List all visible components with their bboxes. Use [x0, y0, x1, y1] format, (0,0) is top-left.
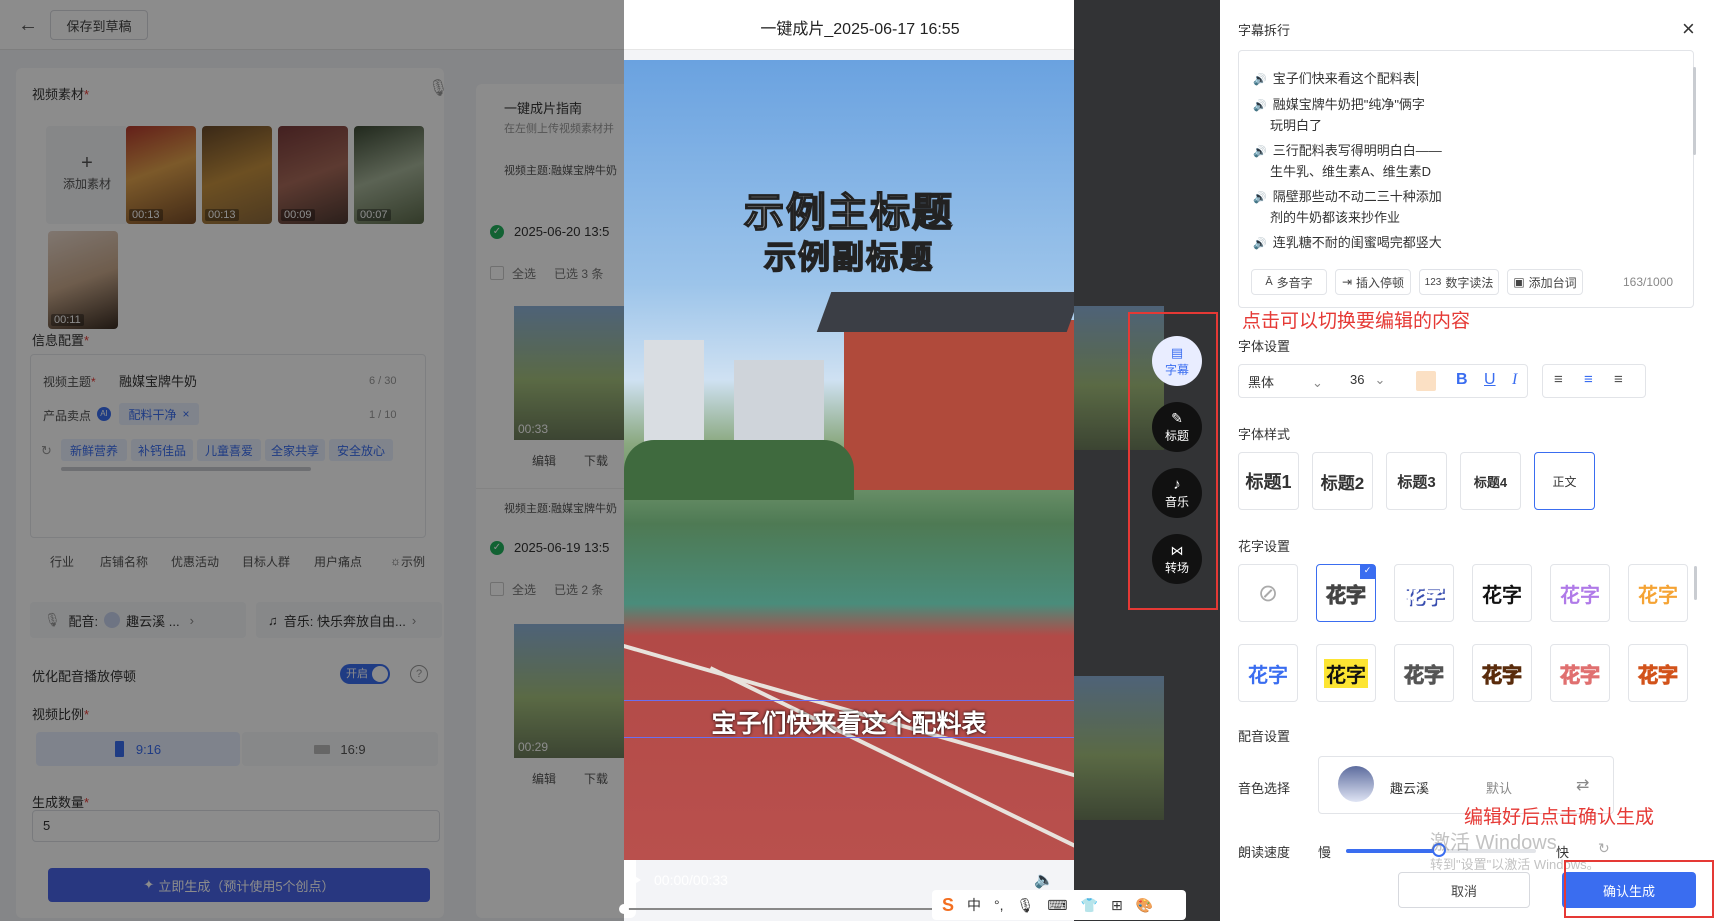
subtitle-lines-box[interactable]: 🔊 宝子们快来看这个配料表 🔊 融媒宝牌牛奶把"纯净"俩字 玩明白了 🔊 三行配料表写得… — [1238, 50, 1696, 308]
subtitle-text[interactable]: 宝子们快来看这个配料表 — [624, 704, 1074, 740]
underline-icon[interactable]: U — [1484, 371, 1496, 389]
align-right-icon[interactable]: ≡ — [1614, 371, 1623, 388]
modal-backdrop — [0, 0, 624, 921]
polyphone-button[interactable]: Ā 多音字 — [1251, 269, 1327, 295]
section-voice-settings: 配音设置 — [1238, 729, 1291, 744]
font-style-h4[interactable]: 标题4 — [1460, 452, 1521, 510]
italic-icon[interactable]: I — [1512, 371, 1517, 389]
voice-select-label: 音色选择 — [1238, 781, 1291, 796]
font-style-h2[interactable]: 标题2 — [1312, 452, 1373, 510]
school-roof — [816, 292, 1074, 332]
bold-icon[interactable]: B — [1456, 371, 1468, 389]
section-font-settings: 字体设置 — [1238, 339, 1291, 354]
trees — [624, 440, 854, 500]
swap-icon[interactable]: ⇄ — [1576, 775, 1589, 795]
section-subtitle-split: 字幕拆行 — [1238, 23, 1291, 38]
speaker-icon: 🔊 — [1253, 192, 1267, 204]
fancy-style-option[interactable]: 花字 — [1394, 644, 1454, 702]
chevron-down-icon: ⌄ — [1374, 372, 1386, 387]
speaker-icon: 🔊 — [1253, 100, 1267, 112]
font-style-body[interactable]: 正文 — [1534, 452, 1595, 510]
annotation-text-bottom: 编辑好后点击确认生成 — [1464, 807, 1655, 828]
main-title-text[interactable]: 示例主标题 — [624, 180, 1074, 238]
cancel-button[interactable]: 取消 — [1398, 872, 1530, 908]
windows-watermark: 激活 Windows — [1430, 832, 1557, 854]
sogou-logo-icon: S — [942, 894, 955, 915]
fancy-style-option[interactable]: 花字 — [1238, 644, 1298, 702]
font-family-select[interactable]: 黑体 ⌄ — [1248, 372, 1323, 391]
voice-avatar — [1338, 766, 1374, 802]
school-building — [844, 320, 1074, 490]
speed-label: 朗读速度 — [1238, 845, 1291, 860]
annotation-text-top: 点击可以切换要编辑的内容 — [1242, 311, 1471, 332]
fancy-style-option[interactable]: 花字 — [1550, 564, 1610, 622]
subtitle-line[interactable]: 🔊 宝子们快来看这个配料表 — [1253, 69, 1418, 90]
lines-scrollbar[interactable] — [1693, 67, 1696, 155]
char-count: 163/1000 — [1623, 275, 1674, 289]
building-bg — [644, 340, 704, 450]
align-center-icon[interactable]: ≡ — [1584, 371, 1593, 388]
disabled-icon: ⊘ — [1257, 579, 1279, 607]
speaker-icon: 🔊 — [1253, 238, 1267, 250]
polyphone-icon: Ā — [1265, 276, 1273, 288]
speed-slow-label: 慢 — [1318, 845, 1332, 860]
fancy-style-option[interactable]: 花字 — [1628, 564, 1688, 622]
insert-pause-button[interactable]: ⇥ 插入停顿 — [1335, 269, 1411, 295]
play-icon[interactable] — [628, 872, 641, 888]
pause-icon: ⇥ — [1341, 275, 1353, 289]
font-style-h3[interactable]: 标题3 — [1386, 452, 1447, 510]
add-line-button[interactable]: ▣ 添加台词 — [1507, 269, 1583, 295]
fancy-style-option[interactable]: 花字 — [1628, 644, 1688, 702]
video-preview[interactable]: 示例主标题 示例副标题 宝子们快来看这个配料表 — [624, 60, 1074, 860]
align-left-icon[interactable]: ≡ — [1554, 371, 1563, 388]
fancy-style-option[interactable]: 花字 — [1550, 644, 1610, 702]
fancy-style-option[interactable]: 花字 — [1472, 564, 1532, 622]
ime-voice-icon[interactable]: 🎙 — [1017, 897, 1035, 914]
fancy-style-option[interactable]: 花字 — [1472, 644, 1532, 702]
fancy-scrollbar[interactable] — [1694, 566, 1697, 600]
sub-title-text[interactable]: 示例副标题 — [624, 232, 1074, 278]
annotation-box-confirm — [1564, 860, 1714, 918]
font-size-select[interactable]: 36 ⌄ — [1350, 372, 1385, 388]
number-icon: 123 — [1424, 276, 1442, 288]
subtitle-line[interactable]: 🔊 融媒宝牌牛奶把"纯净"俩字 玩明白了 — [1253, 95, 1425, 135]
ime-keyboard-icon[interactable]: ⌨ — [1047, 897, 1067, 914]
page-title: 一键成片_2025-06-17 16:55 — [760, 21, 960, 38]
ime-theme-icon[interactable]: 🎨 — [1136, 897, 1153, 914]
font-style-h1[interactable]: 标题1 — [1238, 452, 1299, 510]
number-reading-button[interactable]: 123 数字读法 — [1419, 269, 1499, 295]
fancy-none-option[interactable]: ⊘ — [1238, 564, 1298, 622]
annotation-box-side — [1128, 312, 1218, 610]
speaker-icon: 🔊 — [1253, 146, 1267, 158]
section-font-style: 字体样式 — [1238, 427, 1291, 442]
fancy-style-option[interactable]: 花字 — [1316, 644, 1376, 702]
track-line — [709, 666, 1074, 860]
font-color-swatch[interactable] — [1416, 371, 1436, 391]
speed-slider-fill — [1346, 849, 1438, 853]
volume-icon[interactable]: 🔈 — [1034, 870, 1054, 890]
ime-apps-icon[interactable]: ⊞ — [1111, 897, 1123, 914]
subtitle-line[interactable]: 🔊 连乳糖不耐的闺蜜喝完都竖大 — [1253, 233, 1442, 254]
ime-skin-icon[interactable]: 👕 — [1081, 897, 1098, 914]
fancy-style-option[interactable]: 花字 — [1394, 564, 1454, 622]
section-fancy-text: 花字设置 — [1238, 539, 1291, 554]
close-icon[interactable]: × — [1682, 16, 1695, 42]
voice-name: 趣云溪 — [1390, 781, 1430, 796]
progress-handle[interactable] — [619, 904, 629, 914]
chevron-down-icon: ⌄ — [1312, 375, 1323, 390]
subtitle-edit-drawer: 字幕拆行 × 🔊 宝子们快来看这个配料表 🔊 融媒宝牌牛奶把"纯净"俩字 玩明白了 🔊… — [1220, 0, 1719, 921]
ime-toolbar[interactable]: S 中 °, 🎙 ⌨ 👕 ⊞ 🎨 — [932, 890, 1186, 920]
voice-default: 默认 — [1486, 781, 1513, 796]
selected-check-icon: ✓ — [1360, 565, 1375, 579]
building-bg — [734, 360, 824, 450]
subtitle-line[interactable]: 🔊 隔壁那些动不动二三十种添加 剂的牛奶都该来抄作业 — [1253, 187, 1442, 227]
playback-time: 00:00/00:33 — [654, 872, 728, 888]
ime-chinese-mode[interactable]: 中 — [967, 895, 981, 915]
reset-speed-icon[interactable]: ↻ — [1598, 840, 1610, 857]
add-line-icon: ▣ — [1513, 275, 1525, 289]
speaker-icon: 🔊 — [1253, 74, 1267, 86]
ime-punct[interactable]: °, — [994, 897, 1004, 913]
subtitle-line[interactable]: 🔊 三行配料表写得明明白白—— 生牛乳、维生素A、维生素D — [1253, 141, 1442, 181]
